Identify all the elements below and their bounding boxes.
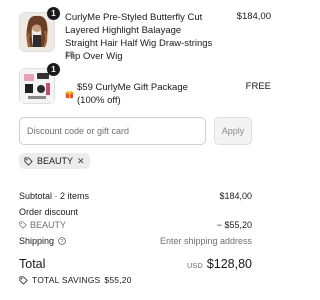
subtotal-row: Subtotal · 2 items $184,00 xyxy=(19,191,252,201)
line-item: 1 CurlyMe Pre-Styled Butterfly Cut Layer… xyxy=(19,7,271,62)
total-amount: USD $128,80 xyxy=(187,257,252,271)
help-icon[interactable]: ? xyxy=(58,237,66,245)
gift-package-image: 1 xyxy=(19,63,60,104)
shipping-row: Shipping ? Enter shipping address xyxy=(19,236,252,246)
total-value: $128,80 xyxy=(206,257,252,271)
line-item: 1 $59 CurlyMe Gift Package (100% off) FR… xyxy=(19,63,271,108)
order-discount-label: Order discount xyxy=(19,207,79,217)
discount-row: BEAUTY − $55,20 xyxy=(19,220,252,230)
item-title: CurlyMe Pre-Styled Butterfly Cut Layered… xyxy=(65,12,213,62)
discount-code-label: BEAUTY xyxy=(37,156,74,166)
tag-icon xyxy=(19,221,27,229)
discount-code-input[interactable] xyxy=(19,117,206,145)
total-savings: TOTAL SAVINGS $55,20 xyxy=(19,275,132,285)
subtotal-label: Subtotal xyxy=(19,191,53,201)
gift-icon xyxy=(65,90,74,99)
tag-icon xyxy=(24,156,33,166)
total-label: Total xyxy=(19,257,46,271)
apply-button[interactable]: Apply xyxy=(214,117,252,145)
applied-discount-chip: BEAUTY ✕ xyxy=(19,153,90,169)
shipping-label: Shipping xyxy=(19,236,55,246)
shipping-value: Enter shipping address xyxy=(159,236,252,246)
remove-discount-icon[interactable]: ✕ xyxy=(77,156,85,167)
total-row: Total USD $128,80 xyxy=(19,257,252,273)
quantity-badge: 1 xyxy=(47,63,60,76)
quantity-badge: 1 xyxy=(47,7,60,20)
currency-code: USD xyxy=(186,261,203,270)
discount-value: − $55,20 xyxy=(216,220,252,230)
savings-label: TOTAL SAVINGS xyxy=(32,275,101,285)
item-price: $184,00 xyxy=(236,11,271,22)
item-title: $59 CurlyMe Gift Package (100% off) xyxy=(65,81,215,107)
tag-icon xyxy=(19,275,28,285)
subtotal-value: $184,00 xyxy=(219,191,252,201)
subtotal-count: · 2 items xyxy=(54,191,90,201)
savings-value: $55,20 xyxy=(104,275,132,285)
item-variant: 18 xyxy=(65,50,74,59)
svg-text:?: ? xyxy=(61,239,64,245)
item-price: FREE xyxy=(245,81,271,92)
gift-title: $59 CurlyMe Gift Package (100% off) xyxy=(77,82,188,106)
discount-code: BEAUTY xyxy=(30,220,67,230)
wig-product-image: 1 xyxy=(19,7,60,52)
